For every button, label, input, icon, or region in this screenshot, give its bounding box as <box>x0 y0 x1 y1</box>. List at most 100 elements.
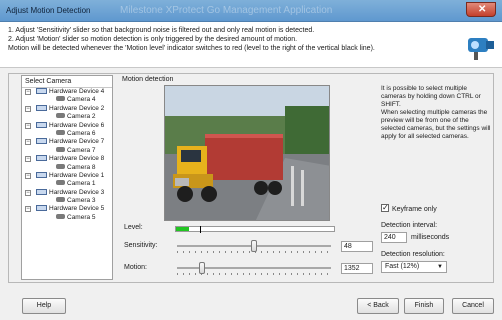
tree-device-item[interactable]: − Hardware Device 6 <box>22 121 112 130</box>
detection-interval-label: Detection interval: <box>381 222 438 229</box>
preview-image-truck <box>165 86 329 220</box>
tree-camera-label: Camera 5 <box>67 213 96 221</box>
detection-resolution-select[interactable]: Fast (12%) ▼ <box>381 261 447 273</box>
tree-device-item[interactable]: − Hardware Device 5 <box>22 205 112 213</box>
collapse-icon[interactable]: − <box>25 206 31 213</box>
tree-camera-label: Camera 4 <box>67 96 96 104</box>
motion-threshold-marker <box>199 226 201 233</box>
keyframe-only-option[interactable]: Keyframe only <box>381 203 437 213</box>
tree-device-item[interactable]: − Hardware Device 8 <box>22 155 112 163</box>
hardware-device-icon <box>36 104 47 111</box>
camera-preview <box>164 85 330 221</box>
camera-icon <box>56 146 65 152</box>
collapse-icon[interactable]: − <box>25 189 31 196</box>
tree-camera-item[interactable]: Camera 4 <box>22 96 112 104</box>
hardware-device-icon <box>36 138 47 145</box>
tree-camera-item[interactable]: Camera 6 <box>22 129 112 138</box>
tree-camera-item[interactable]: Camera 5 <box>22 213 112 222</box>
motion-slider[interactable] <box>177 262 331 275</box>
motion-label: Motion: <box>124 264 147 271</box>
level-label: Level: <box>124 224 143 231</box>
tree-device-label: Hardware Device 2 <box>49 104 105 112</box>
camera-icon <box>56 96 65 102</box>
wizard-logo-icon <box>468 38 494 60</box>
detection-resolution-label: Detection resolution: <box>381 251 445 258</box>
instruction-line-3: Motion will be detected whenever the 'Mo… <box>8 45 375 52</box>
camera-tree-header: Select Camera <box>22 76 112 88</box>
sensitivity-slider[interactable] <box>177 240 331 253</box>
detection-resolution-value: Fast (12%) <box>385 263 420 270</box>
tree-device-item[interactable]: − Hardware Device 7 <box>22 138 112 146</box>
camera-tree[interactable]: Select Camera − Hardware Device 4 Camera 4… <box>21 75 113 280</box>
tree-device-label: Hardware Device 5 <box>49 205 105 213</box>
cancel-button[interactable]: Cancel <box>452 298 494 314</box>
instruction-line-1: 1. Adjust 'Sensitivity' slider so that b… <box>8 27 315 34</box>
sensitivity-label: Sensitivity: <box>124 242 158 249</box>
tree-camera-item[interactable]: Camera 1 <box>22 180 112 188</box>
collapse-icon[interactable]: − <box>25 156 31 163</box>
selection-info: It is possible to select multiple camera… <box>381 85 493 141</box>
motion-detection-label: Motion detection <box>122 76 174 83</box>
motion-level-indicator <box>175 226 335 233</box>
hardware-device-icon <box>36 188 47 195</box>
chevron-down-icon: ▼ <box>437 264 443 270</box>
info-text-preview: When selecting multiple cameras the prev… <box>381 109 491 140</box>
keyframe-only-checkbox[interactable] <box>381 203 389 212</box>
instructions-panel: 1. Adjust 'Sensitivity' slider so that b… <box>0 22 502 68</box>
background-window-title: Milestone XProtect Go Management Applica… <box>120 5 333 16</box>
hardware-device-icon <box>36 205 47 212</box>
window-title: Adjust Motion Detection <box>6 6 91 15</box>
camera-icon <box>56 129 65 135</box>
keyframe-only-label: Keyframe only <box>392 206 437 213</box>
tree-camera-label: Camera 2 <box>67 113 96 121</box>
info-text-multiselect: It is possible to select multiple camera… <box>381 85 481 108</box>
camera-icon <box>56 113 65 119</box>
tree-camera-label: Camera 3 <box>67 197 96 205</box>
hardware-device-icon <box>36 88 47 94</box>
camera-icon <box>56 180 65 186</box>
sensitivity-slider-thumb[interactable] <box>251 240 257 252</box>
help-button[interactable]: Help <box>22 298 66 314</box>
hardware-device-icon <box>36 155 47 162</box>
tree-device-item[interactable]: − Hardware Device 4 <box>22 88 112 96</box>
title-bar: Adjust Motion Detection Milestone XProte… <box>0 0 502 22</box>
motion-value[interactable]: 1352 <box>341 263 373 274</box>
back-button[interactable]: < Back <box>357 298 399 314</box>
tree-camera-item[interactable]: Camera 3 <box>22 197 112 205</box>
tree-camera-label: Camera 8 <box>67 163 96 171</box>
tree-device-item[interactable]: − Hardware Device 2 <box>22 104 112 113</box>
tree-device-label: Hardware Device 1 <box>49 171 105 179</box>
motion-slider-thumb[interactable] <box>198 262 205 274</box>
tree-device-label: Hardware Device 7 <box>49 138 105 146</box>
collapse-icon[interactable]: − <box>25 122 31 129</box>
close-button[interactable]: ✕ <box>466 2 496 17</box>
hardware-device-icon <box>36 121 47 128</box>
tree-device-item[interactable]: − Hardware Device 3 <box>22 188 112 197</box>
collapse-icon[interactable]: − <box>25 89 31 95</box>
detection-interval-unit: milliseconds <box>411 234 450 241</box>
tree-device-label: Hardware Device 4 <box>49 88 105 95</box>
instruction-line-2: 2. Adjust 'Motion' slider so motion dete… <box>8 36 298 43</box>
tree-camera-label: Camera 7 <box>67 146 96 154</box>
tree-camera-item[interactable]: Camera 7 <box>22 146 112 155</box>
camera-icon <box>56 213 65 219</box>
camera-icon <box>56 163 65 169</box>
tree-camera-label: Camera 1 <box>67 180 96 188</box>
tree-device-label: Hardware Device 8 <box>49 155 105 163</box>
collapse-icon[interactable]: − <box>25 105 31 112</box>
camera-icon <box>56 197 65 203</box>
detection-interval-input[interactable]: 240 <box>381 232 407 243</box>
tree-device-label: Hardware Device 3 <box>49 188 105 196</box>
tree-camera-label: Camera 6 <box>67 129 96 137</box>
sensitivity-value[interactable]: 48 <box>341 241 373 252</box>
finish-button[interactable]: Finish <box>404 298 444 314</box>
tree-device-label: Hardware Device 6 <box>49 121 105 129</box>
tree-camera-item[interactable]: Camera 8 <box>22 163 112 172</box>
tree-device-item[interactable]: − Hardware Device 1 <box>22 171 112 180</box>
hardware-device-icon <box>36 171 47 178</box>
collapse-icon[interactable]: − <box>25 172 31 179</box>
close-icon: ✕ <box>478 4 487 15</box>
motion-level-fill <box>176 227 189 231</box>
tree-camera-item[interactable]: Camera 2 <box>22 113 112 121</box>
collapse-icon[interactable]: − <box>25 139 31 146</box>
